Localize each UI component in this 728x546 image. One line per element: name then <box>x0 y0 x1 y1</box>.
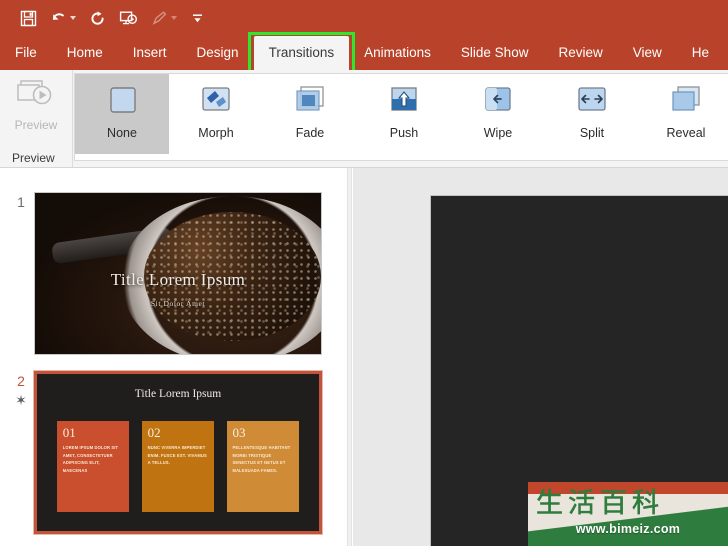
transition-label: Push <box>389 126 419 140</box>
card-text: Pellentesque habitant morbi tristique se… <box>232 445 291 473</box>
tab-home[interactable]: Home <box>52 36 118 70</box>
slide-number: 2 ✶ <box>8 371 34 409</box>
list-item: 03 Pellentesque habitant morbi tristique… <box>226 421 300 513</box>
pen-icon <box>152 10 167 25</box>
customize-quick-access-toolbar-button[interactable] <box>190 6 205 30</box>
transition-label: Reveal <box>666 126 706 140</box>
tab-insert[interactable]: Insert <box>118 36 182 70</box>
pen-dropdown-caret[interactable] <box>171 16 177 20</box>
transition-item-none[interactable]: None <box>75 74 169 154</box>
card-text: Lorem ipsum dolor sit amet, consectetuer… <box>62 445 119 473</box>
transition-star-icon: ✶ <box>15 391 27 408</box>
start-slideshow-icon <box>119 11 138 24</box>
card-text: Nunc viverra imperdiet enim. Fusce est. … <box>147 445 207 466</box>
tab-animations[interactable]: Animations <box>349 36 446 70</box>
tab-help[interactable]: He <box>677 36 724 70</box>
tab-file[interactable]: File <box>0 36 52 70</box>
transition-item-push[interactable]: Push <box>357 74 451 154</box>
undo-button[interactable] <box>50 6 76 30</box>
transition-label: Morph <box>198 126 234 140</box>
thumbnail-slide-1[interactable]: 1 Title Lorem Ipsum Sit Dolor Amet <box>8 192 322 355</box>
slide-thumbnail-image[interactable]: Title Lorem Ipsum Sit Dolor Amet <box>34 192 322 355</box>
ribbon-tab-strip: File Home Insert Design Transitions Anim… <box>0 32 728 74</box>
transition-label: Split <box>579 126 605 140</box>
transition-item-morph[interactable]: Morph <box>169 74 263 154</box>
pen-button[interactable] <box>151 6 177 30</box>
slide-1-title: Title Lorem Ipsum <box>110 270 246 290</box>
slide-1-subtitle: Sit Dolor Amet <box>150 299 206 309</box>
slide-thumbnail-image[interactable]: Title Lorem Ipsum 01 Lorem ipsum dolor s… <box>33 370 323 535</box>
powerpoint-window: File Home Insert Design Transitions Anim… <box>0 0 728 546</box>
tab-review[interactable]: Review <box>543 36 617 70</box>
undo-icon <box>53 12 64 20</box>
quick-access-toolbar <box>0 0 728 36</box>
slide-number: 1 <box>17 194 25 210</box>
start-slideshow-button[interactable] <box>119 6 138 30</box>
card-number: 01 <box>62 425 76 441</box>
transition-morph-icon <box>196 82 236 120</box>
tab-view[interactable]: View <box>618 36 677 70</box>
transition-fade-icon <box>290 82 330 120</box>
save-button[interactable] <box>20 6 37 30</box>
transition-wipe-icon <box>478 82 518 120</box>
thumbnail-slide-2[interactable]: 2 ✶ Title Lorem Ipsum 01 Lorem ipsum dol… <box>8 370 323 535</box>
slide-2-title: Title Lorem Ipsum <box>134 388 222 401</box>
transition-gallery[interactable]: None Morph Fade Push Wipe Split Reveal <box>74 73 728 161</box>
preview-button-label: Preview <box>14 118 58 132</box>
watermark-url: www.bimeiz.com <box>575 522 681 536</box>
preview-button[interactable]: Preview <box>0 70 72 150</box>
slide-number-text: 2 <box>17 373 25 389</box>
card-number: 03 <box>232 425 246 441</box>
preview-icon <box>17 80 52 105</box>
transition-push-icon <box>384 82 424 120</box>
transition-item-reveal[interactable]: Reveal <box>639 74 728 154</box>
list-item: 01 Lorem ipsum dolor sit amet, consectet… <box>56 421 130 513</box>
transition-reveal-icon <box>666 82 706 120</box>
transition-item-fade[interactable]: Fade <box>263 74 357 154</box>
transition-item-split[interactable]: Split <box>545 74 639 154</box>
transition-item-wipe[interactable]: Wipe <box>451 74 545 154</box>
transition-label: None <box>107 126 137 140</box>
transition-none-icon <box>102 82 142 120</box>
slide-2-card-list: 01 Lorem ipsum dolor sit amet, consectet… <box>56 421 300 513</box>
save-icon <box>20 10 37 26</box>
card-number: 02 <box>147 425 161 441</box>
ribbon-body: Preview Preview None Morph Fade Push Wip… <box>0 70 728 168</box>
slide-2-artwork: Title Lorem Ipsum 01 Lorem ipsum dolor s… <box>37 374 319 531</box>
undo-dropdown-caret[interactable] <box>70 16 76 20</box>
tab-transitions[interactable]: Transitions <box>253 36 350 70</box>
watermark: 生活百科 www.bimeiz.com <box>528 482 728 546</box>
transition-label: Wipe <box>483 126 513 140</box>
transition-label: Fade <box>295 126 325 140</box>
transition-split-icon <box>572 82 612 120</box>
pane-splitter[interactable] <box>347 168 352 546</box>
preview-group-label: Preview <box>12 151 55 165</box>
customize-quick-access-toolbar-icon <box>193 13 202 22</box>
redo-icon <box>91 10 104 25</box>
watermark-chinese-text: 生活百科 <box>536 488 664 518</box>
tab-transitions-wrapper: Transitions <box>247 32 356 74</box>
ribbon-group-preview: Preview Preview <box>0 70 73 167</box>
tab-slide-show[interactable]: Slide Show <box>446 36 544 70</box>
tab-design[interactable]: Design <box>182 36 254 70</box>
slide-thumbnail-pane[interactable]: 1 Title Lorem Ipsum Sit Dolor Amet 2 ✶ T… <box>0 168 347 546</box>
list-item: 02 Nunc viverra imperdiet enim. Fusce es… <box>141 421 215 513</box>
redo-button[interactable] <box>89 6 106 30</box>
